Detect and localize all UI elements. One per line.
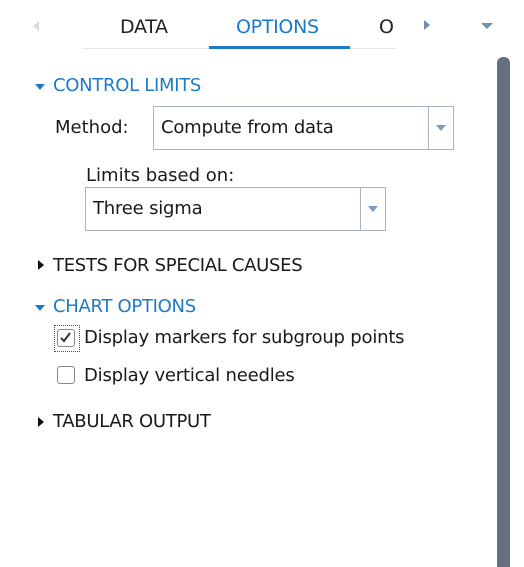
- section-title: TESTS FOR SPECIAL CAUSES: [53, 255, 303, 276]
- method-value: Compute from data: [161, 117, 334, 138]
- active-tab-indicator: [209, 46, 350, 49]
- caret-right-icon: [38, 417, 44, 427]
- tab-scroll-right-button[interactable]: [424, 20, 430, 30]
- section-title: CONTROL LIMITS: [53, 75, 202, 96]
- checkbox-label: Display markers for subgroup points: [84, 327, 405, 348]
- dropdown-button[interactable]: [360, 188, 385, 230]
- tab-data[interactable]: DATA: [120, 16, 168, 38]
- limits-label: Limits based on:: [86, 165, 235, 186]
- markers-checkbox[interactable]: [57, 329, 75, 347]
- scrollbar-thumb[interactable]: [497, 57, 510, 567]
- caret-down-icon: [35, 305, 45, 311]
- needles-checkbox[interactable]: [57, 366, 75, 384]
- limits-select[interactable]: Three sigma: [85, 187, 386, 231]
- dropdown-button[interactable]: [428, 107, 453, 149]
- chevron-down-icon: [368, 206, 378, 212]
- tab-menu-chevron-down-icon[interactable]: [481, 23, 493, 29]
- caret-down-icon: [35, 84, 45, 90]
- caret-right-icon: [38, 260, 44, 270]
- section-title: CHART OPTIONS: [53, 296, 196, 317]
- method-label: Method:: [55, 117, 129, 138]
- limits-value: Three sigma: [93, 198, 203, 219]
- method-select[interactable]: Compute from data: [153, 106, 454, 150]
- tab-output[interactable]: O: [379, 16, 394, 38]
- checkbox-label: Display vertical needles: [84, 365, 295, 386]
- chevron-down-icon: [436, 125, 446, 131]
- section-title: TABULAR OUTPUT: [53, 411, 211, 432]
- tab-options[interactable]: OPTIONS: [236, 16, 319, 38]
- tab-scroll-left-button[interactable]: [33, 21, 39, 31]
- checkmark-icon: [60, 332, 71, 343]
